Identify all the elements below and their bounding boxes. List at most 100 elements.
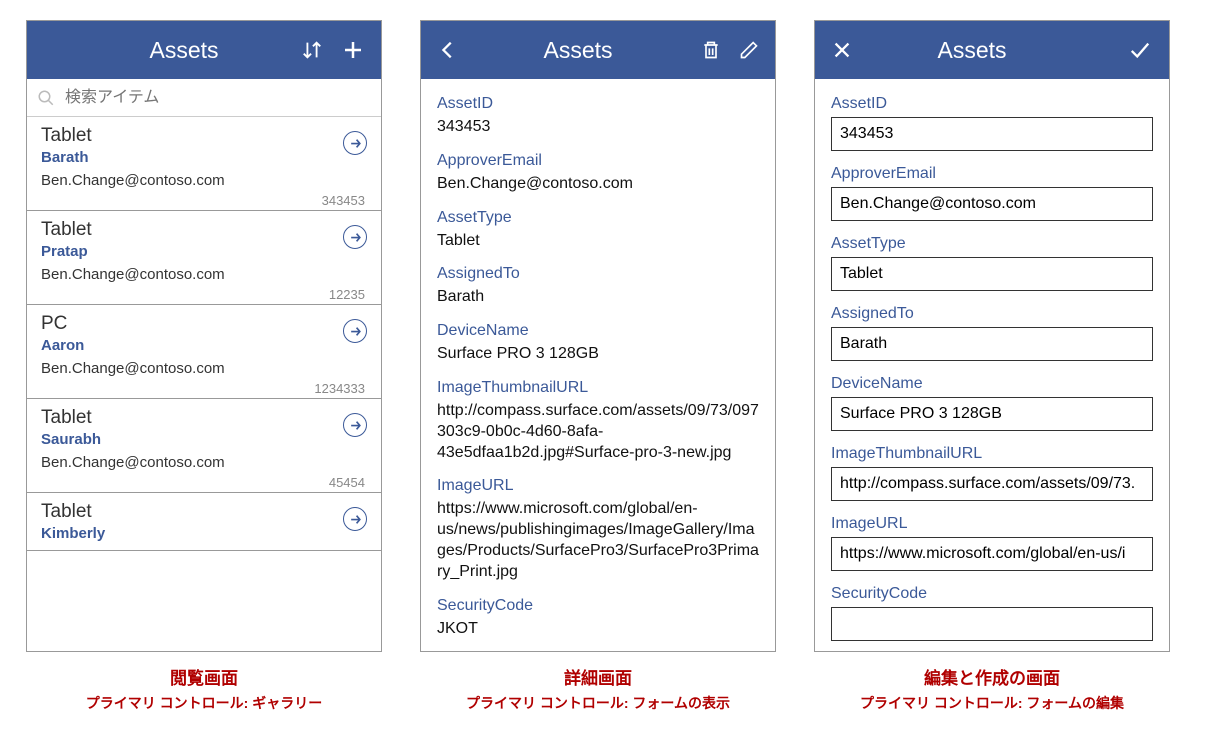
field-value: Surface PRO 3 128GB [437,344,759,365]
item-assigned: Barath [41,149,367,166]
display-field: AssignedTo Barath [437,265,759,308]
item-title: Tablet [41,219,367,241]
submit-icon[interactable] [1127,39,1153,61]
arrow-right-icon[interactable] [343,319,367,343]
add-icon[interactable] [341,38,365,62]
arrow-right-icon[interactable] [343,413,367,437]
field-label: ImageThumbnailURL [831,445,1153,463]
display-form: AssetID343453 ApproverEmail Ben.Change@con… [421,79,775,651]
browse-screen: Assets [26,20,382,652]
field-value: Ben.Change@contoso.com [437,174,759,195]
back-icon[interactable] [437,39,459,61]
display-field: ImageThumbnailURL http://compass.surface.… [437,379,759,463]
edit-caption: 編集と作成の画面 プライマリ コントロール: フォームの編集 [860,664,1124,713]
arrow-right-icon[interactable] [343,131,367,155]
field-input[interactable] [831,327,1153,361]
gallery-item[interactable]: PC Aaron Ben.Change@contoso.com 1234333 [27,305,381,399]
item-email: Ben.Change@contoso.com [41,360,367,377]
field-input[interactable] [831,187,1153,221]
field-value: Tablet [437,231,759,252]
field-value: http://compass.surface.com/assets/09/73/… [437,401,759,463]
browse-screen-column: Assets [26,20,382,713]
edit-header: Assets [815,21,1169,79]
browse-header: Assets [27,21,381,79]
gallery-item[interactable]: TabletPratapBen.Change@contoso.com12235 [27,211,381,305]
detail-screen-column: Assets AssetID343453 ApproverEmail Ben.Cha… [420,20,776,713]
field-label: ImageURL [831,515,1153,533]
item-assigned: Saurabh [41,431,367,448]
edit-screen-column: Assets AssetID ApproverEmail AssetType Assi… [814,20,1170,713]
search-input[interactable] [63,88,371,108]
edit-field: ImageURL [831,515,1153,571]
delete-icon[interactable] [701,39,721,61]
field-label: SecurityCode [437,597,759,615]
gallery[interactable]: Tablet Barath Ben.Change@contoso.com 343453… [27,117,381,651]
detail-screen: Assets AssetID343453 ApproverEmail Ben.Cha… [420,20,776,652]
detail-caption-sub: プライマリ コントロール: フォームの表示 [466,693,730,713]
item-id: 343453 [41,193,367,208]
display-field: DeviceName Surface PRO 3 128GB [437,322,759,365]
browse-caption-title: 閲覧画面 [86,664,322,689]
edit-field: SecurityCode [831,585,1153,641]
item-email: Ben.Change@contoso.com [41,266,367,283]
field-label: DeviceName [437,322,759,340]
browse-title: Assets [83,37,285,64]
field-input[interactable] [831,397,1153,431]
field-label: AssetType [437,209,759,227]
detail-title: Assets [477,37,679,64]
gallery-item[interactable]: TabletBarathBen.Change@contoso.com343453 [27,117,381,211]
field-value: https://www.microsoft.com/global/en-us/n… [437,499,759,582]
field-label: ImageURL [437,477,759,495]
field-label: ApproverEmail [831,165,1153,183]
item-assigned: Kimberly [41,525,367,542]
field-input[interactable] [831,257,1153,291]
gallery-item[interactable]: Tablet Saurabh Ben.Change@contoso.com 45454 [27,399,381,493]
edit-form: AssetID ApproverEmail AssetType AssignedTo D… [815,79,1169,651]
field-input[interactable] [831,607,1153,641]
field-label: ApproverEmail [437,152,759,170]
search-row[interactable] [27,79,381,117]
display-field: AssetID343453 [437,95,759,138]
display-field: ImageURL https://www.microsoft.com/global… [437,477,759,582]
item-title: Tablet [41,125,367,147]
field-value: JKOT [437,619,759,640]
field-label: SecurityCode [831,585,1153,603]
edit-caption-title: 編集と作成の画面 [860,664,1124,689]
item-title: Tablet [41,501,367,523]
item-id: 1234333 [41,381,367,396]
item-assigned: Pratap [41,243,367,260]
edit-field: AssignedTo [831,305,1153,361]
sort-icon[interactable] [301,39,323,61]
edit-field: ImageThumbnailURL [831,445,1153,501]
field-label: AssignedTo [437,265,759,283]
gallery-item[interactable]: Tablet Kimberly [27,493,381,551]
item-assigned: Aaron [41,337,367,354]
browse-caption: 閲覧画面 プライマリ コントロール: ギャラリー [86,664,322,713]
edit-icon[interactable] [739,40,759,60]
field-label: DeviceName [831,375,1153,393]
field-label: AssignedTo [831,305,1153,323]
cancel-icon[interactable] [831,39,853,61]
field-label: ImageThumbnailURL [437,379,759,397]
edit-field: AssetID [831,95,1153,151]
field-input[interactable] [831,117,1153,151]
edit-field: ApproverEmail [831,165,1153,221]
arrow-right-icon[interactable] [343,225,367,249]
item-title: Tablet [41,407,367,429]
item-email: Ben.Change@contoso.com [41,454,367,471]
field-input[interactable] [831,537,1153,571]
item-title: PC [41,313,367,335]
field-input[interactable] [831,467,1153,501]
field-label: AssetType [831,235,1153,253]
field-value: Barath [437,287,759,308]
detail-header: Assets [421,21,775,79]
browse-caption-sub: プライマリ コントロール: ギャラリー [86,693,322,713]
item-id: 45454 [41,475,367,490]
edit-caption-sub: プライマリ コントロール: フォームの編集 [860,693,1124,713]
edit-field: DeviceName [831,375,1153,431]
arrow-right-icon[interactable] [343,507,367,531]
field-label: AssetID [831,95,1153,113]
field-label: AssetID [437,95,759,113]
edit-title: Assets [871,37,1073,64]
display-field: AssetType Tablet [437,209,759,252]
